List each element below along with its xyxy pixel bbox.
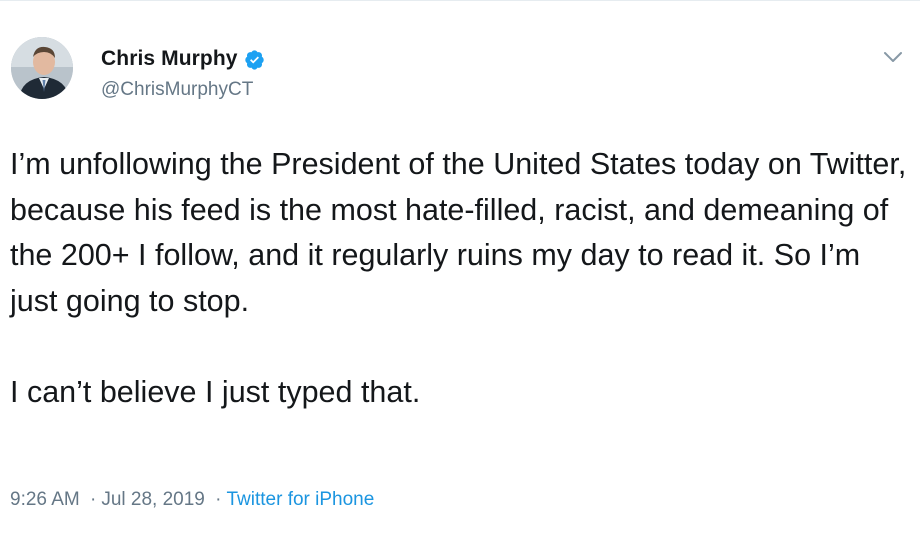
tweet-text-paragraph-1: I’m unfollowing the President of the Uni… [10,147,915,318]
author-handle[interactable]: @ChrisMurphyCT [101,79,253,101]
meta-separator: · [215,489,222,510]
tweet-time[interactable]: 9:26 AM [10,489,80,510]
tweet-text: I’m unfollowing the President of the Uni… [10,142,910,415]
chevron-down-icon[interactable] [882,49,904,65]
avatar[interactable] [11,37,73,99]
author-display-name[interactable]: Chris Murphy [101,47,238,71]
tweet-card: Chris Murphy @ChrisMurphyCT I’m unfollow… [0,0,920,536]
meta-separator: · [90,489,97,510]
tweet-date[interactable]: Jul 28, 2019 [101,489,205,510]
tweet-text-paragraph-2: I can’t believe I just typed that. [10,374,421,409]
tweet-metadata: 9:26 AM · Jul 28, 2019 · Twitter for iPhon… [10,489,374,511]
tweet-source-link[interactable]: Twitter for iPhone [226,489,374,510]
verified-badge-icon [244,49,265,70]
author-name-row: Chris Murphy [101,47,265,71]
